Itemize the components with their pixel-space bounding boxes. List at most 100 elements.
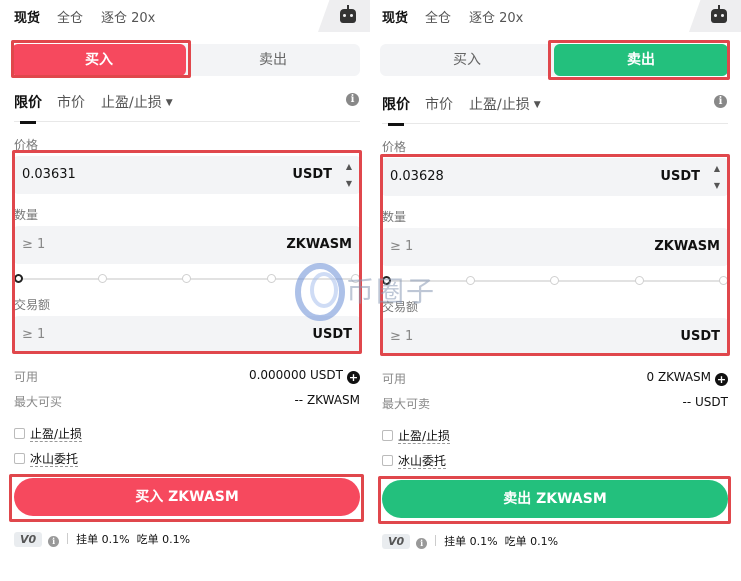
slider-mark-75[interactable] xyxy=(267,274,276,283)
quantity-input[interactable]: ≥ 1 ZKWASM xyxy=(382,228,728,266)
max-buy-row: 最大可买 -- ZKWASM xyxy=(14,393,360,410)
quantity-placeholder: ≥ 1 xyxy=(22,237,46,252)
iceberg-checkbox[interactable] xyxy=(14,453,25,464)
tpsl-option[interactable]: 止盈/止损 xyxy=(382,427,451,444)
tab-limit[interactable]: 限价 xyxy=(14,92,42,124)
tpsl-checkbox[interactable] xyxy=(14,428,25,439)
available-label: 可用 xyxy=(382,372,407,386)
trading-bot-button[interactable] xyxy=(318,0,370,32)
iceberg-option[interactable]: 冰山委托 xyxy=(14,450,79,467)
tab-cross-margin[interactable]: 全仓 xyxy=(57,7,83,26)
amount-slider[interactable] xyxy=(14,272,360,286)
available-label: 可用 xyxy=(14,370,39,384)
slider-handle[interactable] xyxy=(382,276,391,285)
tab-isolated-margin[interactable]: 逐仓 20x xyxy=(469,7,523,26)
margin-mode-bar: 现货 全仓 逐仓 20x xyxy=(370,0,741,32)
stepper-up-icon[interactable]: ▲ xyxy=(340,158,358,175)
info-icon[interactable]: i xyxy=(714,95,727,108)
slider-handle[interactable] xyxy=(14,274,23,283)
stepper-up-icon[interactable]: ▲ xyxy=(708,160,726,177)
turnover-label: 交易额 xyxy=(14,298,51,312)
plus-icon[interactable]: + xyxy=(347,371,360,384)
iceberg-checkbox[interactable] xyxy=(382,455,393,466)
sell-side-button[interactable]: 卖出 xyxy=(554,44,728,76)
fee-info-icon[interactable]: i xyxy=(48,536,60,547)
turnover-label: 交易额 xyxy=(382,300,419,314)
quantity-placeholder: ≥ 1 xyxy=(390,239,414,254)
price-label: 价格 xyxy=(14,138,39,152)
tpsl-label: 止盈/止损 xyxy=(398,429,451,444)
slider-mark-25[interactable] xyxy=(98,274,107,283)
caret-down-icon: ▼ xyxy=(533,100,541,110)
turnover-input[interactable]: ≥ 1 USDT xyxy=(14,316,360,354)
taker-fee: 吃单 0.1% xyxy=(504,535,559,548)
quantity-label: 数量 xyxy=(382,210,407,224)
available-value: 0 ZKWASM xyxy=(646,370,712,384)
tpsl-option[interactable]: 止盈/止损 xyxy=(14,425,83,442)
turnover-unit: USDT xyxy=(312,327,352,342)
divider xyxy=(435,535,437,546)
max-buy-value: -- ZKWASM xyxy=(294,393,360,407)
iceberg-label: 冰山委托 xyxy=(30,452,79,467)
amount-slider[interactable] xyxy=(382,274,728,288)
slider-mark-100[interactable] xyxy=(351,274,360,283)
max-sell-value: -- USDT xyxy=(682,395,728,409)
fee-row: V0 i 挂单 0.1% 吃单 0.1% xyxy=(382,533,558,549)
stepper-down-icon[interactable]: ▼ xyxy=(340,175,358,192)
buy-side-button[interactable]: 买入 xyxy=(12,44,186,76)
caret-down-icon: ▼ xyxy=(165,98,173,108)
iceberg-label: 冰山委托 xyxy=(398,454,447,469)
taker-fee: 吃单 0.1% xyxy=(136,533,191,546)
slider-mark-25[interactable] xyxy=(466,276,475,285)
sell-side-button[interactable]: 卖出 xyxy=(186,44,360,76)
sell-submit-button[interactable]: 卖出 ZKWASM xyxy=(382,480,728,518)
turnover-input[interactable]: ≥ 1 USDT xyxy=(382,318,728,356)
price-input[interactable]: 0.03628 USDT ▲ ▼ xyxy=(382,158,728,196)
stepper-down-icon[interactable]: ▼ xyxy=(708,177,726,194)
iceberg-option[interactable]: 冰山委托 xyxy=(382,452,447,469)
tpsl-checkbox[interactable] xyxy=(382,430,393,441)
trading-bot-button[interactable] xyxy=(689,0,741,32)
slider-mark-50[interactable] xyxy=(182,274,191,283)
tab-spot[interactable]: 现货 xyxy=(14,7,40,26)
tab-tp-sl[interactable]: 止盈/止损 ▼ xyxy=(469,94,541,114)
tab-spot[interactable]: 现货 xyxy=(382,7,408,26)
quantity-input[interactable]: ≥ 1 ZKWASM xyxy=(14,226,360,264)
slider-mark-75[interactable] xyxy=(635,276,644,285)
max-buy-label: 最大可买 xyxy=(14,395,63,409)
side-toggle: 买入 卖出 xyxy=(380,44,728,76)
maker-fee: 挂单 0.1% xyxy=(76,533,130,546)
quantity-unit: ZKWASM xyxy=(286,237,352,252)
plus-icon[interactable]: + xyxy=(715,373,728,386)
tab-cross-margin[interactable]: 全仓 xyxy=(425,7,451,26)
tab-tp-sl-label: 止盈/止损 xyxy=(469,97,530,113)
vip-badge[interactable]: V0 xyxy=(14,532,43,547)
buy-panel: 现货 全仓 逐仓 20x 买入 卖出 限价 市价 止盈/止损 ▼ i 价格 0.0… xyxy=(0,0,370,581)
tab-tp-sl[interactable]: 止盈/止损 ▼ xyxy=(101,92,173,112)
tab-isolated-margin[interactable]: 逐仓 20x xyxy=(101,7,155,26)
divider xyxy=(67,533,69,544)
slider-mark-100[interactable] xyxy=(719,276,728,285)
tab-limit[interactable]: 限价 xyxy=(382,94,410,126)
sell-panel: 现货 全仓 逐仓 20x 买入 卖出 限价 市价 止盈/止损 ▼ i 价格 0.0… xyxy=(370,0,741,581)
vip-badge[interactable]: V0 xyxy=(382,534,411,549)
info-icon[interactable]: i xyxy=(346,93,359,106)
price-input[interactable]: 0.03631 USDT ▲ ▼ xyxy=(14,156,360,194)
tab-market[interactable]: 市价 xyxy=(425,94,453,114)
turnover-unit: USDT xyxy=(680,329,720,344)
fee-row: V0 i 挂单 0.1% 吃单 0.1% xyxy=(14,531,190,547)
tab-market[interactable]: 市价 xyxy=(57,92,85,112)
price-unit: USDT xyxy=(660,169,700,184)
available-value: 0.000000 USDT xyxy=(248,368,343,382)
order-type-tabs: 限价 市价 止盈/止损 ▼ i xyxy=(14,92,360,124)
quantity-label: 数量 xyxy=(14,208,39,222)
slider-mark-50[interactable] xyxy=(550,276,559,285)
buy-side-button[interactable]: 买入 xyxy=(380,44,554,76)
buy-submit-button[interactable]: 买入 ZKWASM xyxy=(14,478,360,516)
fee-info-icon[interactable]: i xyxy=(416,538,428,549)
price-stepper: ▲ ▼ xyxy=(340,158,358,192)
price-value: 0.03628 xyxy=(390,169,444,184)
margin-mode-bar: 现货 全仓 逐仓 20x xyxy=(0,0,370,32)
max-sell-label: 最大可卖 xyxy=(382,397,431,411)
quantity-unit: ZKWASM xyxy=(654,239,720,254)
